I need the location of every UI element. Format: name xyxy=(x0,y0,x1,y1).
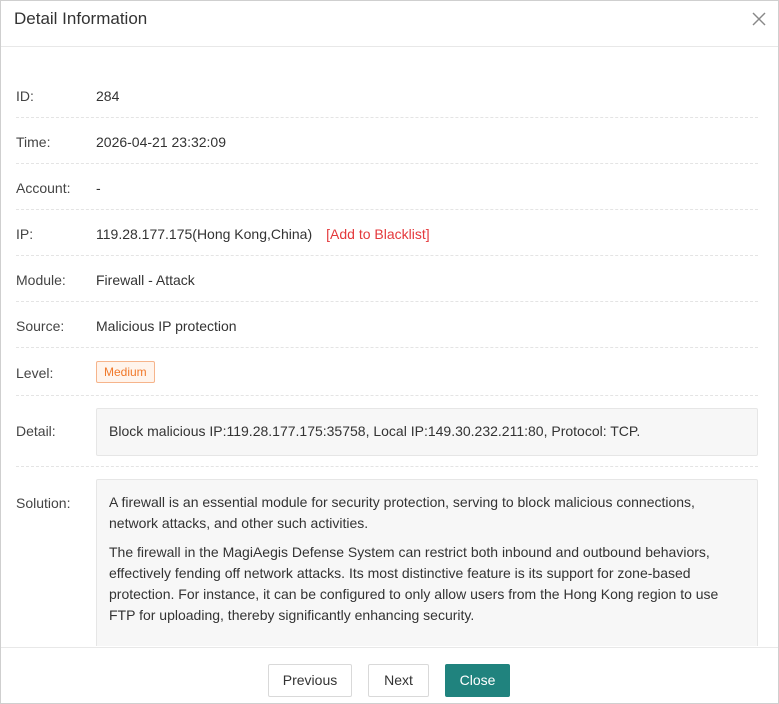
ip-value: 119.28.177.175(Hong Kong,China) xyxy=(96,226,313,242)
row-time: Time: 2026-04-21 23:32:09 xyxy=(16,118,758,164)
dialog-footer: Previous Next Close xyxy=(1,647,778,703)
row-module: Module: Firewall - Attack xyxy=(16,256,758,302)
dialog-content: ID: 284 Time: 2026-04-21 23:32:09 Accoun… xyxy=(1,48,778,646)
time-value: 2026-04-21 23:32:09 xyxy=(96,134,226,150)
add-to-blacklist-link[interactable]: [Add to Blacklist] xyxy=(326,226,430,242)
solution-paragraph: The firewall in the MagiAegis Defense Sy… xyxy=(109,544,719,623)
close-button[interactable]: Close xyxy=(445,664,510,697)
detail-box: Block malicious IP:119.28.177.175:35758,… xyxy=(96,408,758,456)
dialog-title: Detail Information xyxy=(14,9,148,28)
row-account: Account: - xyxy=(16,164,758,210)
solution-paragraph: A firewall is an essential module for se… xyxy=(109,494,695,531)
row-level: Level: Medium xyxy=(16,348,758,396)
account-label: Account: xyxy=(16,180,71,196)
level-label: Level: xyxy=(16,365,54,381)
next-button[interactable]: Next xyxy=(368,664,429,697)
row-solution: Solution: A firewall is an essential mod… xyxy=(16,467,758,646)
row-ip: IP: 119.28.177.175(Hong Kong,China) [Add … xyxy=(16,210,758,256)
previous-button[interactable]: Previous xyxy=(268,664,352,697)
id-value: 284 xyxy=(96,88,120,104)
account-value: - xyxy=(96,180,101,196)
detail-label: Detail: xyxy=(16,423,56,439)
level-value-wrap: Medium xyxy=(96,361,155,383)
detail-dialog: Detail Information ID: 284 Time: 2026-04… xyxy=(0,0,779,704)
detail-value: Block malicious IP:119.28.177.175:35758,… xyxy=(109,423,641,439)
source-label: Source: xyxy=(16,318,65,334)
solution-label: Solution: xyxy=(16,495,71,511)
time-label: Time: xyxy=(16,134,51,150)
dialog-header: Detail Information xyxy=(1,1,778,47)
ip-value-group: 119.28.177.175(Hong Kong,China) [Add to B… xyxy=(96,224,430,244)
row-source: Source: Malicious IP protection xyxy=(16,302,758,348)
module-value: Firewall - Attack xyxy=(96,272,195,288)
id-label: ID: xyxy=(16,88,34,104)
close-icon[interactable] xyxy=(750,10,768,28)
level-badge: Medium xyxy=(96,361,155,383)
solution-box: A firewall is an essential module for se… xyxy=(96,479,758,646)
row-detail: Detail: Block malicious IP:119.28.177.17… xyxy=(16,396,758,467)
source-value: Malicious IP protection xyxy=(96,318,237,334)
module-label: Module: xyxy=(16,272,66,288)
ip-label: IP: xyxy=(16,226,34,242)
row-id: ID: 284 xyxy=(16,72,758,118)
